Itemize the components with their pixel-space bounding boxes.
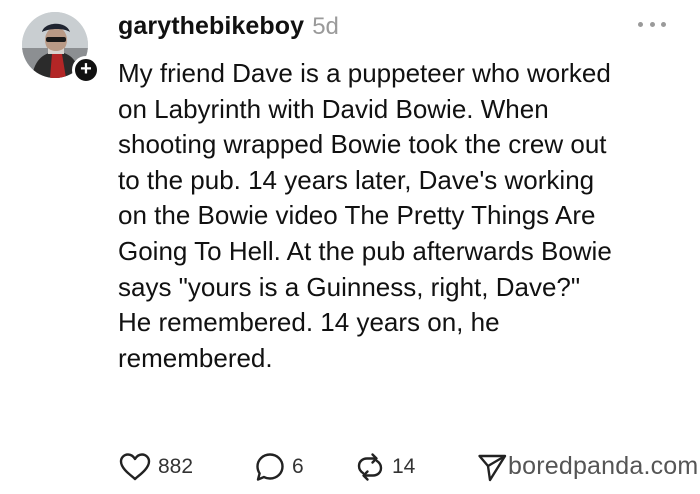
heart-icon — [119, 453, 151, 481]
post-text-line: on Labyrinth with David Bowie. When — [118, 93, 549, 124]
post-text-line: He remembered. 14 years on, he — [118, 307, 500, 338]
post-text-line: Going To Hell. At the pub afterwards Bow… — [118, 235, 612, 266]
repost-count: 14 — [392, 455, 416, 478]
reply-count: 6 — [292, 455, 304, 478]
more-options-button[interactable] — [634, 14, 670, 34]
more-dot-icon — [661, 21, 666, 27]
username-link[interactable]: garythebikeboy — [118, 12, 304, 41]
repost-button[interactable]: 14 — [354, 450, 415, 484]
post-text-line: to the pub. 14 years later, Dave's worki… — [118, 164, 595, 195]
more-dot-icon — [649, 21, 655, 27]
post-header: garythebikeboy 5d — [118, 12, 339, 44]
share-button[interactable] — [476, 450, 508, 484]
post-text-line: shooting wrapped Bowie took the crew out — [118, 129, 607, 160]
post-text-line: remembered. — [118, 342, 273, 373]
post-text-line: says "yours is a Guinness, right, Dave?" — [118, 271, 581, 302]
more-dot-icon — [638, 21, 643, 27]
send-icon — [478, 454, 507, 482]
timestamp: 5d — [312, 13, 339, 40]
like-count: 882 — [158, 455, 194, 478]
post-text-line: on the Bowie video The Pretty Things Are — [118, 200, 596, 231]
follow-button[interactable]: + — [72, 56, 100, 84]
reply-button[interactable]: 6 — [254, 450, 304, 484]
post-text-line: My friend Dave is a puppeteer who worked — [118, 58, 611, 88]
repost-icon — [357, 453, 383, 481]
comment-icon — [256, 453, 284, 481]
post-text: My friend Dave is a puppeteer who worked… — [118, 56, 688, 376]
watermark: boredpanda.com — [508, 452, 699, 480]
avatar-group[interactable]: + — [22, 12, 100, 84]
like-button[interactable]: 882 — [118, 450, 193, 484]
